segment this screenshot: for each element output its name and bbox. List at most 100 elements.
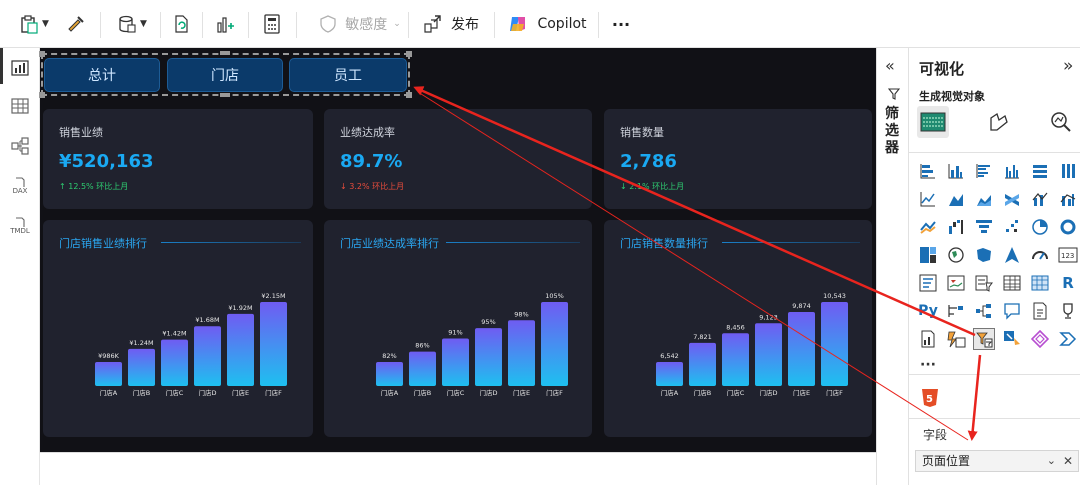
- analytics-tab[interactable]: [1049, 110, 1073, 138]
- collapse-pane-icon[interactable]: »: [1063, 56, 1073, 76]
- resize-handle[interactable]: [220, 93, 230, 97]
- decomposition-tree-visual[interactable]: [973, 300, 995, 322]
- tmdl-view-button[interactable]: TMDL: [8, 214, 32, 238]
- map-visual[interactable]: [945, 244, 967, 266]
- quantity-bar-chart: 6,542 门店A 7,821 门店B 8,456 门店C 9,123 门店D 9,874 门店E…: [656, 292, 848, 397]
- 100-stacked-bar-visual[interactable]: [1029, 160, 1051, 182]
- smart-narrative-visual[interactable]: [1029, 300, 1051, 322]
- resize-handle[interactable]: [406, 51, 412, 57]
- kpi-value: 89.7%: [340, 151, 403, 172]
- chevron-down-icon[interactable]: ⌄: [1047, 451, 1056, 471]
- power-apps-icon: [947, 331, 966, 348]
- new-visual-button[interactable]: [208, 0, 242, 48]
- nav-button-employee[interactable]: 员工: [289, 58, 407, 92]
- refresh-icon: [175, 15, 188, 33]
- 100-stacked-column-visual[interactable]: [1057, 160, 1079, 182]
- bar-data-label: ¥986K: [98, 352, 120, 360]
- report-view-button[interactable]: [8, 56, 32, 80]
- kpi-title: 销售数量: [620, 126, 664, 139]
- treemap-visual[interactable]: [917, 244, 939, 266]
- field-well-item[interactable]: 页面位置 ⌄ ✕: [915, 450, 1079, 472]
- bar-data-label: 9,123: [759, 313, 778, 321]
- stacked-column-chart-visual[interactable]: [945, 160, 967, 182]
- resize-handle[interactable]: [39, 51, 45, 57]
- resize-handle[interactable]: [406, 92, 412, 98]
- html5-visual[interactable]: 5: [921, 388, 939, 408]
- filled-map-icon: [977, 248, 991, 262]
- chat-bubble-icon: [1004, 303, 1020, 320]
- chevron-custom-visual[interactable]: [1057, 328, 1079, 350]
- metrics-visual[interactable]: [1057, 300, 1079, 322]
- table-visual[interactable]: [1001, 272, 1023, 294]
- scatter-chart-visual[interactable]: [1001, 216, 1023, 238]
- sensitivity-button[interactable]: 敏感度 ⌄: [310, 0, 410, 48]
- clustered-column-chart-visual[interactable]: [1001, 160, 1023, 182]
- kpi-visual[interactable]: [945, 272, 967, 294]
- format-visual-tab[interactable]: [987, 110, 1011, 138]
- active-view-indicator: [0, 48, 3, 84]
- pane-subtitle: 生成视觉对象: [919, 90, 985, 103]
- diamond-custom-visual[interactable]: [1029, 328, 1051, 350]
- nav-button-total[interactable]: 总计: [44, 58, 160, 92]
- ribbon-chart-visual[interactable]: [1001, 188, 1023, 210]
- ribbon-area-visual[interactable]: [917, 216, 939, 238]
- clustered-bar-chart-visual[interactable]: [973, 160, 995, 182]
- tmdl-label: TMDL: [10, 227, 30, 235]
- card-icon: 123: [1058, 247, 1078, 263]
- ribbon-chart-icon: [1005, 194, 1019, 206]
- table-view-button[interactable]: [8, 94, 32, 118]
- stacked-area-chart-visual[interactable]: [973, 188, 995, 210]
- matrix-visual[interactable]: [1029, 272, 1051, 294]
- more-options-button[interactable]: ···: [604, 0, 638, 48]
- refresh-button[interactable]: [166, 0, 196, 48]
- scatter-icon: [1006, 220, 1018, 232]
- funnel-chart-visual[interactable]: [973, 216, 995, 238]
- report-canvas[interactable]: 总计 门店 员工 ··· 销售业绩 ¥520,163 ↑ 12.5% 环比上月 …: [39, 48, 876, 452]
- qna-visual[interactable]: [1001, 300, 1023, 322]
- data-source-button[interactable]: ▼: [110, 0, 154, 48]
- publish-button[interactable]: 发布: [418, 0, 484, 48]
- category-tick-label: 门店D: [198, 388, 216, 397]
- area-chart-visual[interactable]: [945, 188, 967, 210]
- slicer-visual[interactable]: [973, 272, 995, 294]
- chevron-right-icon: [1059, 332, 1077, 346]
- python-visual[interactable]: Py: [917, 300, 939, 322]
- remove-field-icon[interactable]: ✕: [1063, 451, 1073, 471]
- power-automate-visual[interactable]: [1001, 328, 1023, 350]
- azure-map-visual[interactable]: [1001, 244, 1023, 266]
- key-influencers-visual[interactable]: [945, 300, 967, 322]
- format-painter-button[interactable]: [60, 0, 90, 48]
- nav-button-store[interactable]: 门店: [167, 58, 283, 92]
- calculator-button[interactable]: [256, 0, 288, 48]
- paginated-report-visual[interactable]: [917, 328, 939, 350]
- copilot-button[interactable]: Copilot: [504, 0, 590, 48]
- line-clustered-column-visual[interactable]: [1029, 188, 1051, 210]
- line-chart-visual[interactable]: [917, 188, 939, 210]
- dax-query-view-button[interactable]: DAX: [8, 174, 32, 198]
- gauge-visual[interactable]: [1029, 244, 1051, 266]
- pie-chart-visual[interactable]: [1029, 216, 1051, 238]
- resize-handle[interactable]: [220, 51, 230, 55]
- diamond-icon: [1031, 330, 1049, 348]
- donut-chart-visual[interactable]: [1057, 216, 1079, 238]
- filled-map-visual[interactable]: [973, 244, 995, 266]
- selected-custom-visual[interactable]: [973, 328, 995, 350]
- bar-data-label: 95%: [481, 318, 495, 326]
- more-visuals-button[interactable]: ···: [917, 354, 939, 376]
- waterfall-chart-visual[interactable]: [945, 216, 967, 238]
- card-visual[interactable]: 123: [1057, 244, 1079, 266]
- filter-pane-collapsed[interactable]: « 筛选器: [876, 48, 908, 485]
- multi-row-card-visual[interactable]: [917, 272, 939, 294]
- resize-handle[interactable]: [39, 92, 45, 98]
- line-stacked-column-visual[interactable]: [1057, 188, 1079, 210]
- model-view-button[interactable]: [8, 134, 32, 158]
- category-tick-label: 门店B: [133, 388, 150, 397]
- power-apps-visual[interactable]: [945, 328, 967, 350]
- r-script-visual[interactable]: R: [1057, 272, 1079, 294]
- chart-bar: [475, 328, 502, 386]
- build-visual-tab[interactable]: [917, 106, 949, 138]
- paste-button[interactable]: ▼: [14, 0, 54, 48]
- bar-data-label: 6,542: [660, 352, 679, 360]
- expand-filters-icon[interactable]: «: [885, 56, 895, 75]
- stacked-bar-chart-visual[interactable]: [917, 160, 939, 182]
